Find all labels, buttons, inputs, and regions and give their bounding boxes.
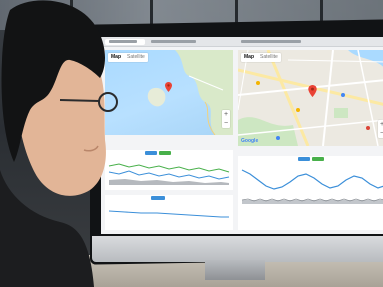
browser-tab-label bbox=[241, 40, 301, 43]
right-map-zoom-control: + − bbox=[378, 120, 383, 138]
monitor-chin bbox=[92, 236, 383, 262]
right-map-toggle-map[interactable]: Map bbox=[241, 53, 257, 62]
zoom-in-button[interactable]: + bbox=[378, 120, 383, 129]
browser-tab-label bbox=[151, 40, 196, 43]
chart-right-lines bbox=[241, 169, 383, 204]
right-map-type-toggle: Map Satellite bbox=[241, 53, 281, 62]
left-map-toggle-satellite[interactable]: Satellite bbox=[124, 53, 148, 62]
right-map-view[interactable]: Map Satellite + − Google bbox=[238, 50, 383, 146]
zoom-out-button[interactable]: − bbox=[378, 129, 383, 138]
chart-bottom-left bbox=[105, 195, 233, 230]
legend-chip-green bbox=[159, 151, 171, 155]
monitor-stand bbox=[205, 260, 265, 280]
monitor-screen: Map Satellite + − Map Satellite + − Goog… bbox=[101, 37, 383, 234]
left-map-view[interactable]: Map Satellite + − bbox=[105, 50, 233, 135]
zoom-out-button[interactable]: − bbox=[222, 119, 230, 128]
right-map-streets bbox=[238, 50, 383, 146]
chart-right bbox=[238, 156, 383, 230]
zoom-in-button[interactable]: + bbox=[222, 110, 230, 119]
chart-legend bbox=[145, 151, 171, 155]
chart-bottom-left-line bbox=[108, 210, 229, 218]
left-map-zoom-control: + − bbox=[222, 110, 230, 128]
chart-top-left-lines bbox=[108, 163, 230, 185]
legend-chip-green bbox=[312, 157, 324, 161]
legend-chip-blue bbox=[151, 196, 165, 200]
google-logo: Google bbox=[241, 138, 259, 144]
chart-legend bbox=[298, 157, 324, 161]
chart-legend bbox=[151, 196, 165, 200]
right-map-toggle-satellite[interactable]: Satellite bbox=[257, 53, 281, 62]
map-pin-icon[interactable] bbox=[165, 82, 172, 92]
map-pin-icon[interactable] bbox=[308, 85, 317, 97]
legend-chip-blue bbox=[145, 151, 157, 155]
legend-chip-blue bbox=[298, 157, 310, 161]
chart-top-left bbox=[105, 150, 233, 190]
left-map-landmass bbox=[147, 50, 233, 135]
browser-tab-bar bbox=[101, 37, 383, 47]
person-silhouette bbox=[0, 0, 118, 287]
